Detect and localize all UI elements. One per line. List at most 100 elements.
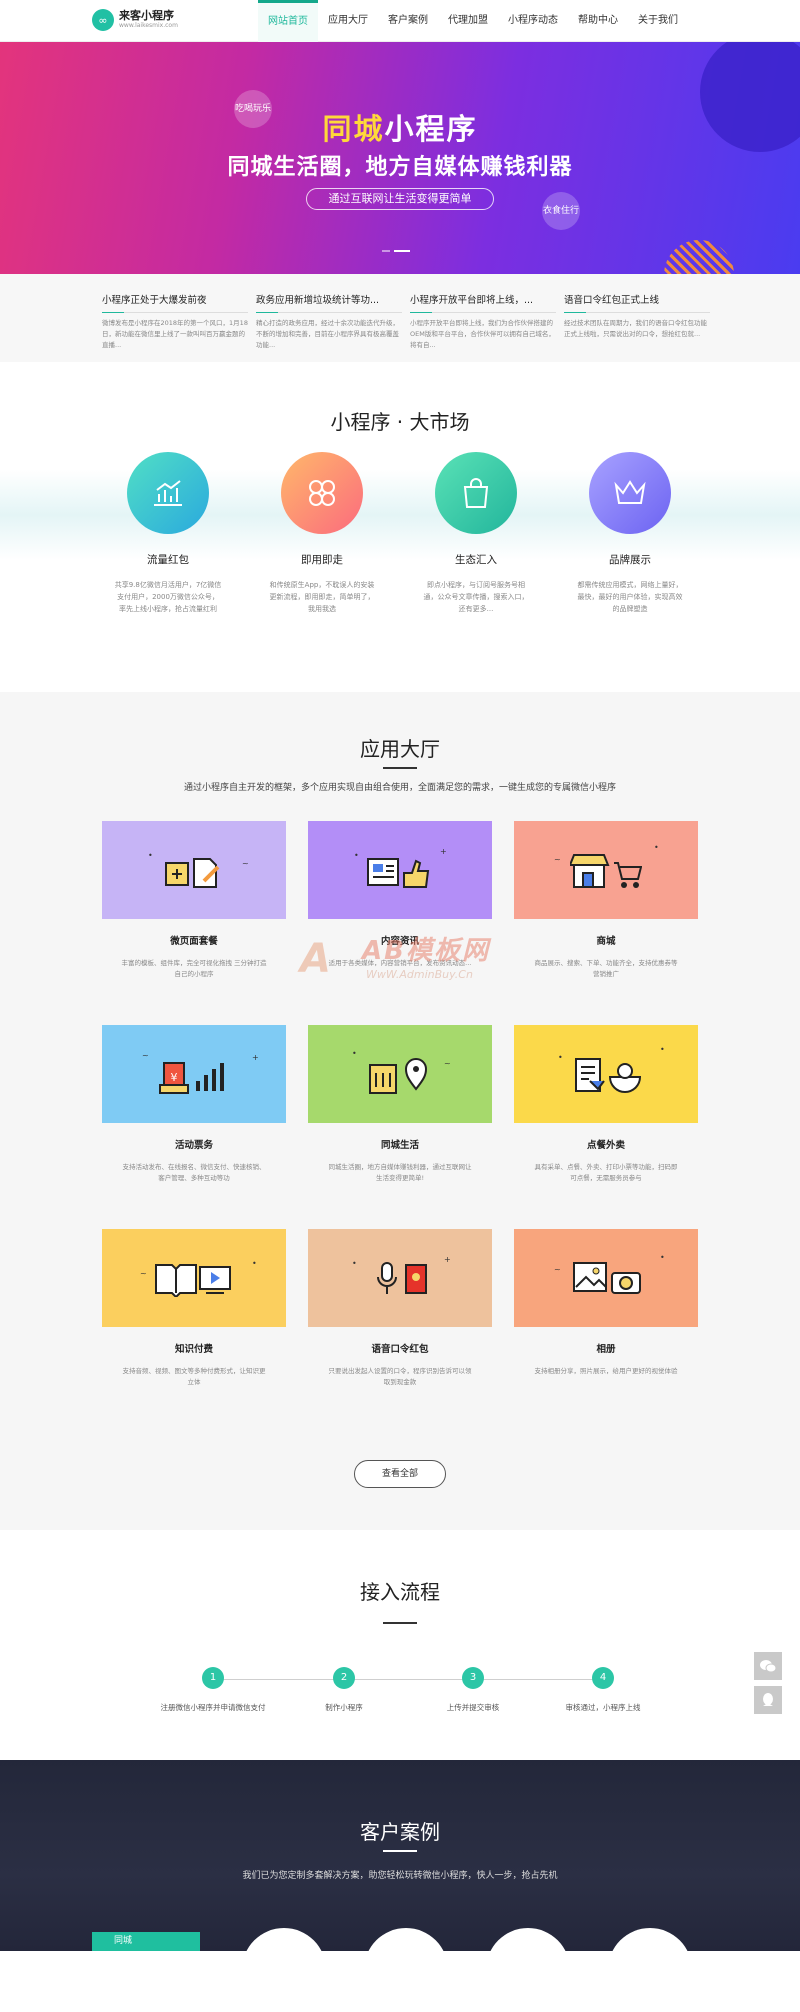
app-desc: 同城生活圈，地方自媒体赚钱利器，通过互联网让生活变得更简单! (328, 1163, 472, 1182)
app-image: ~ • (102, 1229, 286, 1327)
title-underline (383, 767, 417, 769)
title-underline (383, 1850, 417, 1852)
case-tab-local[interactable]: 同城 (92, 1932, 200, 1951)
carousel-dots (382, 250, 410, 252)
case-qrcode[interactable] (242, 1928, 326, 2012)
watermark-logo: A AB模板网 WwW.AdminBuy.Cn (300, 936, 490, 982)
case-qrcode[interactable] (486, 1928, 570, 2012)
banner-title: 同城小程序 (322, 112, 478, 146)
logo-name: 来客小程序 (119, 9, 174, 22)
app-image: • ~ (102, 821, 286, 919)
process-title: 接入流程 (360, 1580, 440, 1604)
step-number: 1 (202, 1667, 224, 1689)
market-item-title: 流量红包 (147, 554, 189, 566)
crown-icon (589, 452, 671, 534)
app-desc: 商品展示、搜索、下单、功能齐全，支持优惠券等营销推广 (534, 959, 678, 978)
news-excerpt: 小程序开放平台即将上线，我们为合作伙伴搭建的OEM版和平台平台，合作伙伴可以拥有… (410, 319, 555, 349)
market-item-traffic: 流量红包 共享9.8亿微信月活用户，7亿微信支付用户，2000万微信公众号，率先… (108, 452, 228, 615)
app-desc: 支持音频、视频、图文等多种付费形式，让知识更立体 (122, 1367, 266, 1386)
app-hall-desc: 通过小程序自主开发的框架，多个应用实现自由组合使用，全面满足您的需求，一键生成您… (183, 783, 616, 793)
news-excerpt: 经过技术团队在周期力，我们的语音口令红包功能正式上线啦，只需说出对的口令，想抢红… (564, 319, 707, 338)
app-card-knowledge[interactable]: ~ • 知识付费 支持音频、视频、图文等多种付费形式，让知识更立体 (102, 1229, 286, 1388)
news-excerpt: 微博发布是小程序在2018年的第一个风口，1月18日，新功能在微信里上线了一款叫… (102, 319, 248, 349)
app-title: 活动票务 (174, 1140, 213, 1151)
logo-infinity-icon: ∞ (92, 9, 114, 31)
news-strip: 小程序正处于大爆发前夜 微博发布是小程序在2018年的第一个风口，1月18日，新… (0, 274, 800, 362)
cases-desc: 我们已为您定制多套解决方案，助您轻松玩转微信小程序，快人一步，抢占先机 (242, 1871, 558, 1881)
nav-news[interactable]: 小程序动态 (498, 0, 568, 42)
wechat-icon[interactable] (754, 1652, 782, 1680)
app-desc: 具有采单、点餐、外卖、打印小票等功能，扫码即可点餐，无需服务员参与 (534, 1163, 678, 1182)
news-title[interactable]: 政务应用新增垃圾统计等功... (256, 292, 402, 306)
app-card-voice-redpacket[interactable]: • + 语音口令红包 只要说出发起人设置的口令，程序识别告诉可以领取到现金款 (308, 1229, 492, 1388)
news-item[interactable]: 小程序开放平台即将上线，... 小程序开放平台即将上线，我们为合作伙伴搭建的OE… (410, 292, 556, 352)
nav-about[interactable]: 关于我们 (628, 0, 688, 42)
title-underline (383, 1622, 417, 1624)
logo-url: www.laikesmix.com (119, 22, 178, 29)
shopping-bag-icon (435, 452, 517, 534)
nav-agent[interactable]: 代理加盟 (438, 0, 498, 42)
cases-title: 客户案例 (360, 1820, 440, 1844)
app-desc: 只要说出发起人设置的口令，程序识别告诉可以领取到现金款 (328, 1367, 472, 1386)
app-title: 知识付费 (174, 1344, 213, 1355)
qq-icon[interactable] (754, 1686, 782, 1714)
news-item[interactable]: 小程序正处于大爆发前夜 微博发布是小程序在2018年的第一个风口，1月18日，新… (102, 292, 248, 352)
nav-home[interactable]: 网站首页 (258, 0, 318, 42)
market-item-ecosystem: 生态汇入 即点小程序，与订阅号服务号相通，公众号文章传播，搜索入口，还有更多..… (416, 452, 536, 615)
bubble-right: 衣食住行 (542, 192, 580, 230)
market-item-text: 即点小程序，与订阅号服务号相通，公众号文章传播，搜索入口，还有更多... (423, 581, 529, 613)
market-item-text: 共享9.8亿微信月活用户，7亿微信支付用户，2000万微信公众号，率先上线小程序… (114, 581, 222, 613)
chart-growth-icon (127, 452, 209, 534)
site-logo[interactable]: ∞ 来客小程序 www.laikesmix.com (92, 9, 178, 31)
banner-subtitle: 同城生活圈，地方自媒体赚钱利器 (227, 155, 573, 180)
carousel-dot[interactable] (382, 250, 390, 252)
market-item-brand: 品牌展示 都需传统应用模式，网络上量好，最快，最好的用户体验，实现高效的品牌塑造 (570, 452, 690, 615)
cases-section (0, 1760, 800, 1951)
app-card-album[interactable]: ~ • 相册 支持相册分享，照片展示，给用户更好的视觉体验 (514, 1229, 698, 1377)
hero-banner[interactable]: 吃喝玩乐 衣食住行 同城小程序 同城生活圈，地方自媒体赚钱利器 通过互联网让生活… (0, 42, 800, 274)
app-image: • + (308, 1229, 492, 1327)
market-item-instant: 即用即走 和传统原生App，不耽误人的安装更新流程，即用即走，简单明了，我用我选 (262, 452, 382, 615)
view-all-button[interactable]: 查看全部 (354, 1460, 446, 1488)
svg-text:¥: ¥ (171, 1071, 178, 1084)
app-card-food-order[interactable]: • • 点餐外卖 具有采单、点餐、外卖、打印小票等功能，扫码即可点餐，无需服务员参… (514, 1025, 698, 1184)
step-label: 审核通过，小程序上线 (565, 1703, 641, 1712)
market-item-title: 生态汇入 (455, 554, 497, 566)
news-title[interactable]: 小程序正处于大爆发前夜 (102, 292, 248, 306)
app-desc: 支持相册分享，照片展示，给用户更好的视觉体验 (534, 1367, 678, 1375)
news-title[interactable]: 语音口令红包正式上线 (564, 292, 710, 306)
case-qrcode[interactable] (364, 1928, 448, 2012)
news-item[interactable]: 政务应用新增垃圾统计等功... 精心打造的政务应用，经过十余次功能迭代升级，不断… (256, 292, 402, 352)
market-item-text: 都需传统应用模式，网络上量好，最快，最好的用户体验，实现高效的品牌塑造 (577, 581, 683, 613)
app-title: 微页面套餐 (170, 936, 218, 947)
app-title: 同城生活 (380, 1140, 419, 1151)
app-image: ¥ ~ + (102, 1025, 286, 1123)
app-card-tickets[interactable]: ¥ ~ + 活动票务 支持活动发布、在线报名、微信支付、快速核销、客户管理、多种互… (102, 1025, 286, 1184)
app-image: ~ • (514, 821, 698, 919)
app-image: • ~ (308, 1025, 492, 1123)
four-petal-icon (281, 452, 363, 534)
process-step: 4 审核通过，小程序上线 (523, 1667, 683, 1713)
app-title: 语音口令红包 (371, 1344, 429, 1355)
app-image: • • (514, 1025, 698, 1123)
app-image: ~ • (514, 1229, 698, 1327)
nav-app-hall[interactable]: 应用大厅 (318, 0, 378, 42)
site-header: ∞ 来客小程序 www.laikesmix.com 网站首页 应用大厅 客户案例… (0, 0, 800, 42)
market-item-title: 品牌展示 (609, 554, 651, 566)
app-card-local-life[interactable]: • ~ 同城生活 同城生活圈，地方自媒体赚钱利器，通过互联网让生活变得更简单! (308, 1025, 492, 1184)
news-excerpt: 精心打造的政务应用，经过十余次功能迭代升级，不断的增加和完善，目前在小程序界具有… (256, 319, 399, 349)
app-card-micropage[interactable]: • ~ 微页面套餐 丰富的模板、组件库，完全可视化拖拽 三分钟打造自己的小程序 (102, 821, 286, 980)
app-image: • + (308, 821, 492, 919)
app-title: 商城 (596, 936, 616, 947)
app-card-mall[interactable]: ~ • 商城 商品展示、搜索、下单、功能齐全，支持优惠券等营销推广 (514, 821, 698, 980)
news-item[interactable]: 语音口令红包正式上线 经过技术团队在周期力，我们的语音口令红包功能正式上线啦，只… (564, 292, 710, 352)
nav-cases[interactable]: 客户案例 (378, 0, 438, 42)
case-qrcode[interactable] (608, 1928, 692, 2012)
step-number: 4 (592, 1667, 614, 1689)
news-title[interactable]: 小程序开放平台即将上线，... (410, 292, 556, 306)
step-number: 2 (333, 1667, 355, 1689)
app-title: 点餐外卖 (586, 1140, 625, 1151)
nav-help[interactable]: 帮助中心 (568, 0, 628, 42)
market-item-title: 即用即走 (301, 554, 343, 566)
carousel-dot-active[interactable] (394, 250, 410, 252)
